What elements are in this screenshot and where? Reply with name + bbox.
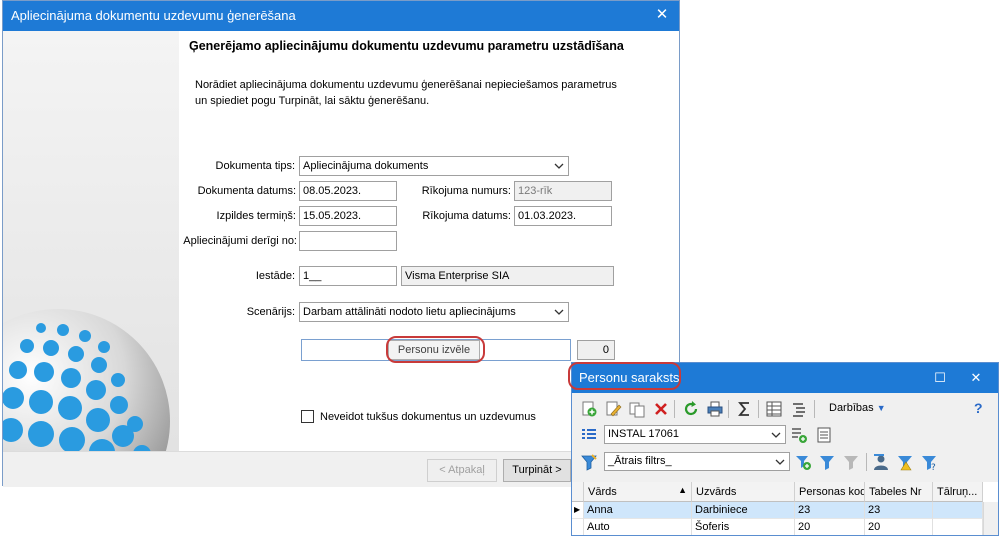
persons-toolbar: Darbības ▼ ? — [572, 398, 998, 420]
toolbar-separator — [674, 400, 675, 418]
persons-quick-filter-row: _Ātrais filtrs_ ? — [572, 451, 998, 473]
maximize-icon[interactable]: ☐ — [930, 368, 950, 388]
toolbar-separator — [728, 400, 729, 418]
company-filter-value: INSTAL 17061 — [608, 428, 679, 440]
scenario-select[interactable]: Darbam attālināti nodoto lietu apliecinā… — [299, 302, 569, 322]
valid-from-label: Apliecinājumi derīgi no: — [183, 235, 297, 247]
quick-filter-select[interactable]: _Ātrais filtrs_ — [604, 452, 790, 471]
continue-button[interactable]: Turpināt > — [503, 459, 571, 482]
chevron-down-icon — [771, 432, 781, 438]
cell-table-number[interactable]: 20 — [865, 519, 933, 535]
institution-code-input[interactable]: 1__ — [299, 266, 397, 286]
cell-name[interactable]: Anna — [584, 502, 692, 519]
order-number-label: Rīkojuma numurs: — [421, 185, 511, 197]
copy-icon[interactable] — [628, 400, 646, 418]
column-header-phone[interactable]: Tālruņ... — [933, 482, 983, 502]
report-icon[interactable] — [815, 426, 833, 444]
toolbar-separator — [758, 400, 759, 418]
svg-text:?: ? — [931, 463, 936, 471]
close-icon[interactable]: ✕ — [653, 6, 671, 24]
row-indicator — [572, 519, 584, 535]
sidebar-decoration — [3, 31, 179, 451]
actions-menu[interactable]: Darbības ▼ — [829, 402, 886, 414]
toolbar-separator — [866, 453, 867, 471]
valid-from-input[interactable] — [299, 231, 397, 251]
column-header-surname[interactable]: Uzvārds — [692, 482, 795, 502]
sum-icon[interactable] — [736, 400, 754, 418]
order-date-input[interactable]: 01.03.2023. — [514, 206, 612, 226]
toolbar-separator — [814, 400, 815, 418]
delete-icon[interactable] — [652, 400, 670, 418]
cell-phone[interactable] — [933, 502, 983, 519]
help-icon[interactable]: ? — [974, 400, 983, 416]
caret-down-icon: ▼ — [876, 403, 886, 413]
filter-clear-icon[interactable] — [842, 453, 860, 471]
intro-text: Norādiet apliecinājuma dokumentu uzdevum… — [195, 79, 617, 107]
doc-type-value: Apliecinājuma dokuments — [303, 160, 429, 172]
row-indicator-header — [572, 482, 584, 502]
print-icon[interactable] — [706, 400, 724, 418]
actions-menu-label: Darbības — [829, 402, 874, 414]
cell-personal-code[interactable]: 20 — [795, 519, 865, 535]
quick-filter-value: _Ātrais filtrs_ — [608, 455, 672, 467]
question-filter-icon[interactable]: ? — [920, 453, 938, 471]
cell-surname[interactable]: Šoferis — [692, 519, 795, 535]
add-filter-icon[interactable] — [790, 426, 808, 444]
empty-docs-checkbox[interactable] — [301, 410, 314, 423]
add-filter-icon[interactable] — [794, 453, 812, 471]
cell-table-number[interactable]: 23 — [865, 502, 933, 519]
institution-label: Iestāde: — [255, 270, 295, 282]
highlight-oval-person-select — [386, 336, 485, 363]
doc-type-select[interactable]: Apliecinājuma dokuments — [299, 156, 569, 176]
column-header-table-number[interactable]: Tabeles Nr — [865, 482, 933, 502]
empty-docs-label[interactable]: Neveidot tukšus dokumentus un uzdevumus — [320, 411, 536, 423]
back-button[interactable]: < Atpakaļ — [427, 459, 497, 482]
visma-sphere-logo — [3, 306, 173, 451]
order-date-label: Rīkojuma datums: — [422, 210, 511, 222]
sort-up-icon: ▲ — [678, 485, 687, 495]
person-count-field: 0 — [577, 340, 615, 360]
filter-edit-icon[interactable] — [818, 453, 836, 471]
persons-grid: Vārds ▲ Uzvārds Personas kods Tabeles Nr… — [572, 482, 998, 535]
cell-name[interactable]: Auto — [584, 519, 692, 535]
persons-filter-row: INSTAL 17061 — [572, 424, 998, 446]
company-filter-select[interactable]: INSTAL 17061 — [604, 425, 786, 444]
order-number-input[interactable]: 123-rīk — [514, 181, 612, 201]
warning-filter-icon[interactable] — [896, 453, 914, 471]
column-header-name[interactable]: Vārds ▲ — [584, 482, 692, 502]
scenario-value: Darbam attālināti nodoto lietu apliecinā… — [303, 306, 516, 318]
chevron-down-icon — [775, 459, 785, 465]
refresh-icon[interactable] — [682, 400, 700, 418]
deadline-label: Izpildes termiņš: — [216, 210, 296, 222]
edit-icon[interactable] — [604, 400, 622, 418]
doc-date-input[interactable]: 08.05.2023. — [299, 181, 397, 201]
chevron-down-icon — [554, 309, 564, 315]
dialog-title: Apliecinājuma dokumentu uzdevumu ģenerēš… — [11, 8, 296, 23]
highlight-oval-persons-title — [568, 362, 681, 390]
doc-type-label: Dokumenta tips: — [215, 160, 295, 172]
chevron-down-icon — [554, 163, 564, 169]
person-filter-icon[interactable] — [872, 453, 890, 471]
list-view-icon[interactable] — [580, 426, 598, 444]
scenario-label: Scenārijs: — [246, 306, 295, 318]
page-title: Ģenerējamo apliecinājumu dokumentu uzdev… — [189, 39, 624, 53]
vertical-scrollbar[interactable] — [983, 502, 998, 535]
cell-surname[interactable]: Darbiniece — [692, 502, 795, 519]
add-icon[interactable] — [580, 400, 598, 418]
tree-list-icon[interactable] — [790, 400, 808, 418]
cell-personal-code[interactable]: 23 — [795, 502, 865, 519]
institution-name-field: Visma Enterprise SIA — [401, 266, 614, 286]
columns-icon[interactable] — [765, 400, 783, 418]
close-icon[interactable]: ✕ — [966, 368, 986, 388]
deadline-input[interactable]: 15.05.2023. — [299, 206, 397, 226]
cell-phone[interactable] — [933, 519, 983, 535]
current-row-arrow-icon: ▶ — [572, 502, 584, 519]
doc-date-label: Dokumenta datums: — [197, 185, 296, 197]
dialog-titlebar[interactable]: Apliecinājuma dokumentu uzdevumu ģenerēš… — [3, 1, 679, 31]
filter-icon[interactable] — [580, 453, 598, 471]
column-header-personal-code[interactable]: Personas kods — [795, 482, 865, 502]
